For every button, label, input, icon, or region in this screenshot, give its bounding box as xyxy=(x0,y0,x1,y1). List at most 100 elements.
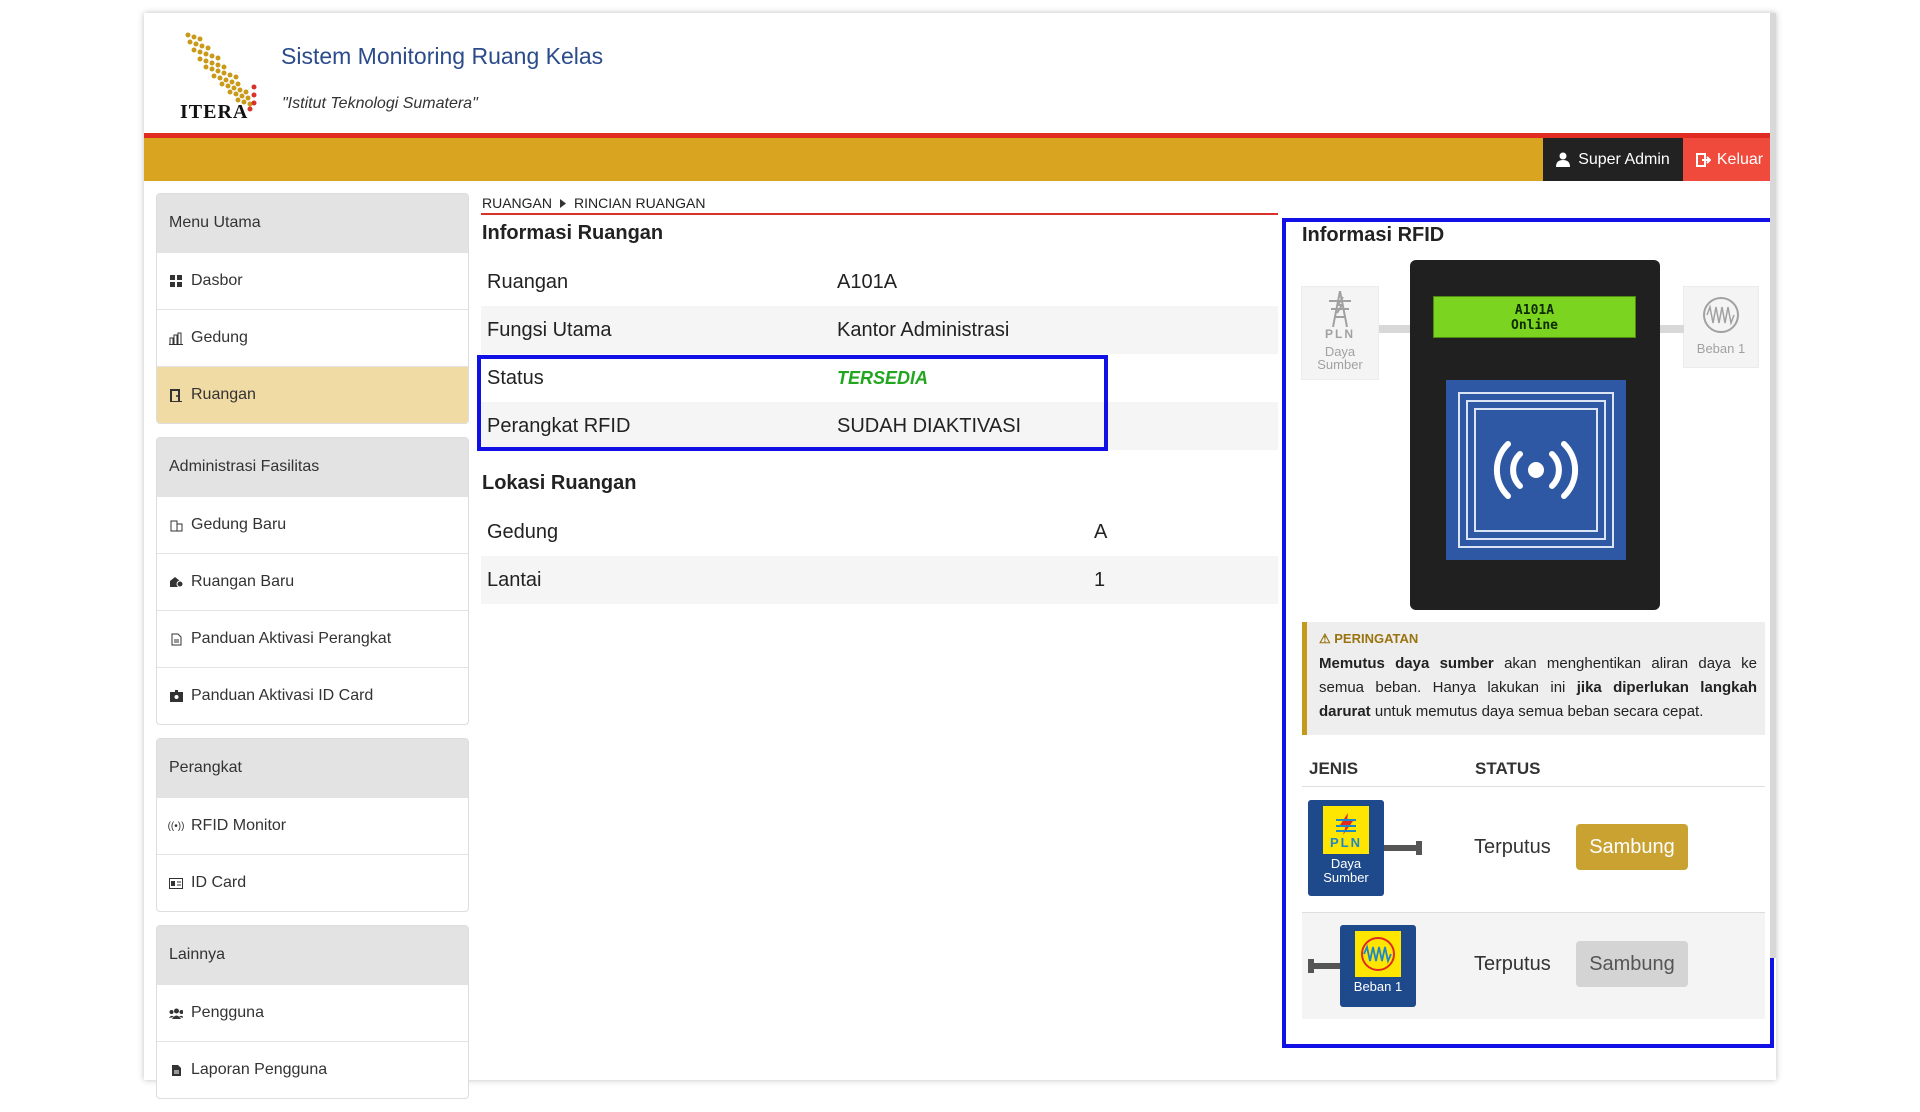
source-caption-line2: Sumber xyxy=(1317,357,1363,372)
plug-connector xyxy=(1384,845,1416,851)
sidebar-item-gedung[interactable]: Gedung xyxy=(157,309,468,366)
breadcrumb-item-rincian: RINCIAN RUANGAN xyxy=(574,195,706,211)
rfid-icon: ((•)) xyxy=(167,820,185,832)
sidebar-item-ruangan-baru[interactable]: Ruangan Baru xyxy=(157,553,468,610)
row-value: A xyxy=(1094,520,1108,543)
sidebar: Menu Utama Dasbor Gedung Ruangan Adminis… xyxy=(156,193,469,1112)
sidebar-item-panduan-idcard[interactable]: Panduan Aktivasi ID Card xyxy=(157,667,468,724)
app-header: ITERA Sistem Monitoring Ruang Kelas "Ist… xyxy=(144,13,1776,133)
load-status-text: Terputus xyxy=(1474,836,1551,858)
sidebar-item-label: RFID Monitor xyxy=(191,817,287,834)
rfid-title: Informasi RFID xyxy=(1302,224,1445,246)
sign-out-icon xyxy=(1695,152,1711,167)
sidebar-item-label: ID Card xyxy=(191,874,247,891)
sidebar-item-id-card[interactable]: ID Card xyxy=(157,854,468,911)
sidebar-item-pengguna[interactable]: Pengguna xyxy=(157,984,468,1041)
load-row: PLN Daya Sumber Terputus Sambung xyxy=(1302,792,1765,896)
scrollbar[interactable] xyxy=(1770,13,1776,958)
sidebar-item-label: Ruangan Baru xyxy=(191,573,295,590)
plug-connector xyxy=(1314,963,1340,969)
rfid-reader xyxy=(1446,380,1626,560)
sidebar-item-laporan-pengguna[interactable]: Laporan Pengguna xyxy=(157,1041,468,1098)
caret-right-icon xyxy=(560,198,567,208)
status-highlight-box xyxy=(477,355,1108,451)
sidebar-item-dasbor[interactable]: Dasbor xyxy=(157,252,468,309)
warning-text: Memutus daya sumber akan menghentikan al… xyxy=(1319,652,1757,724)
user-menu-button[interactable]: Super Admin xyxy=(1543,138,1683,181)
sidebar-item-label: Ruangan xyxy=(191,386,256,403)
load-logo xyxy=(1355,931,1401,977)
room-add-icon xyxy=(169,575,183,589)
load-row: Beban 1 Terputus Sambung xyxy=(1302,913,1765,1019)
user-name: Super Admin xyxy=(1578,150,1670,168)
load-tile: Beban 1 xyxy=(1340,925,1416,1007)
menu-group-title: Perangkat xyxy=(157,739,468,797)
row-value: 1 xyxy=(1088,556,1278,604)
table-row: Gedung A xyxy=(481,508,1278,556)
load-caption: Beban 1 xyxy=(1696,341,1746,356)
power-source-node: PLN Daya Sumber xyxy=(1301,286,1379,380)
menu-group-title: Administrasi Fasilitas xyxy=(157,438,468,496)
source-caption: Daya Sumber xyxy=(1317,345,1363,371)
top-navbar: Super Admin Keluar xyxy=(144,133,1776,181)
load-coil-icon xyxy=(1703,297,1739,333)
breadcrumb-item-ruangan[interactable]: RUANGAN xyxy=(482,195,552,211)
pln-logo: PLN xyxy=(1323,806,1369,854)
warning-bold-1: Memutus daya sumber xyxy=(1319,655,1494,672)
sidebar-item-label: Dasbor xyxy=(191,272,243,289)
tile-caption-line1: Daya xyxy=(1330,856,1362,871)
table-row: Ruangan A101A xyxy=(481,258,1278,306)
source-wire xyxy=(1379,325,1411,333)
pln-source-tile: PLN Daya Sumber xyxy=(1308,800,1384,896)
load-coil-icon xyxy=(1361,937,1395,971)
informasi-ruangan-title: Informasi Ruangan xyxy=(482,222,664,244)
sidebar-item-label: Gedung Baru xyxy=(191,516,287,533)
load-wire xyxy=(1660,325,1684,333)
tile-caption: Beban 1 xyxy=(1353,979,1403,994)
menu-group-utama: Menu Utama Dasbor Gedung Ruangan xyxy=(156,193,469,424)
warning-title: ⚠ PERINGATAN xyxy=(1319,631,1419,646)
breadcrumb: RUANGAN RINCIAN RUANGAN xyxy=(481,193,1278,215)
lcd-status: Online xyxy=(1511,318,1558,333)
document-icon xyxy=(169,632,183,646)
load-node: Beban 1 xyxy=(1683,286,1759,368)
building-add-icon xyxy=(169,518,183,532)
sidebar-item-gedung-baru[interactable]: Gedung Baru xyxy=(157,496,468,553)
app-subtitle: "Istitut Teknologi Sumatera" xyxy=(282,95,478,112)
app-page: ITERA Sistem Monitoring Ruang Kelas "Ist… xyxy=(144,13,1776,1099)
door-icon xyxy=(169,388,183,402)
menu-group-title: Lainnya xyxy=(157,926,468,984)
sidebar-item-ruangan[interactable]: Ruangan xyxy=(157,366,468,423)
id-badge-icon xyxy=(169,689,183,703)
column-header-status: STATUS xyxy=(1475,759,1541,778)
app-title[interactable]: Sistem Monitoring Ruang Kelas xyxy=(281,43,603,70)
row-label: Fungsi Utama xyxy=(481,306,831,354)
row-value: Kantor Administrasi xyxy=(831,306,1278,354)
sidebar-item-rfid-monitor[interactable]: ((•)) RFID Monitor xyxy=(157,797,468,854)
id-card-icon xyxy=(169,876,183,890)
lokasi-ruangan-title: Lokasi Ruangan xyxy=(482,472,637,494)
menu-group-title: Menu Utama xyxy=(157,194,468,252)
sidebar-item-panduan-perangkat[interactable]: Panduan Aktivasi Perangkat xyxy=(157,610,468,667)
pln-label: PLN xyxy=(1325,327,1355,341)
logo-text: ITERA xyxy=(180,101,249,123)
lcd-room: A101A xyxy=(1514,303,1555,318)
sidebar-item-label: Panduan Aktivasi Perangkat xyxy=(191,630,392,647)
lokasi-ruangan-table: Gedung A Lantai 1 xyxy=(481,508,1278,604)
sambung-button[interactable]: Sambung xyxy=(1576,824,1688,870)
sidebar-item-label: Pengguna xyxy=(191,1004,264,1021)
sambung-button-disabled[interactable]: Sambung xyxy=(1576,941,1688,987)
menu-group-lainnya: Lainnya Pengguna Laporan Pengguna xyxy=(156,925,469,1099)
logout-button[interactable]: Keluar xyxy=(1683,138,1776,181)
sidebar-item-label: Panduan Aktivasi ID Card xyxy=(191,687,374,704)
menu-group-perangkat: Perangkat ((•)) RFID Monitor ID Card xyxy=(156,738,469,912)
header-divider xyxy=(1302,786,1765,787)
tile-caption-line2: Sumber xyxy=(1323,870,1369,885)
rfid-panel: Informasi RFID PLN Daya Sumber Beban 1 A1… xyxy=(1282,218,1774,1048)
row-label: Lantai xyxy=(481,556,1088,604)
column-header-jenis: JENIS xyxy=(1309,759,1359,778)
plug-end xyxy=(1416,841,1422,855)
building-chart-icon xyxy=(169,331,183,345)
user-icon xyxy=(1556,152,1571,167)
row-value: A101A xyxy=(837,270,898,293)
